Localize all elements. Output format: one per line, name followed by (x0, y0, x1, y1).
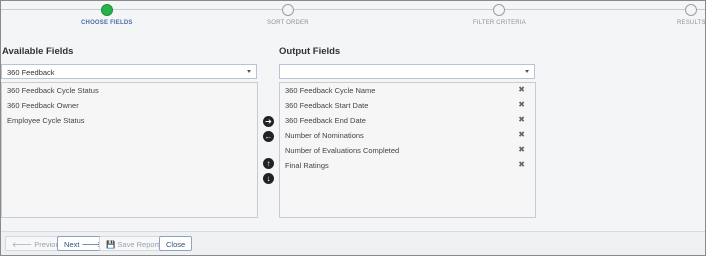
field-label: Final Ratings (285, 161, 329, 170)
output-field-item[interactable]: 360 Feedback Start Date ✖ (280, 98, 535, 113)
field-label: 360 Feedback Cycle Name (285, 86, 376, 95)
step-label: CHOOSE FIELDS (81, 20, 133, 26)
field-label: Employee Cycle Status (7, 116, 85, 125)
step-dot (685, 4, 698, 16)
step-results[interactable]: RESULTS (677, 4, 706, 26)
move-up-button[interactable]: ↑ (263, 158, 274, 169)
remove-icon[interactable]: ✖ (518, 115, 525, 124)
step-filter-criteria[interactable]: FILTER CRITERIA (473, 4, 526, 26)
field-label: Number of Nominations (285, 131, 364, 140)
available-field-item[interactable]: 360 Feedback Cycle Status (2, 83, 257, 98)
step-dot (281, 4, 294, 16)
chevron-down-icon (247, 70, 251, 73)
report-builder-window: CHOOSE FIELDS SORT ORDER FILTER CRITERIA… (0, 0, 706, 256)
step-sort-order[interactable]: SORT ORDER (267, 4, 309, 26)
output-fields-dropdown[interactable] (279, 64, 535, 79)
remove-icon[interactable]: ✖ (518, 100, 525, 109)
close-button[interactable]: Close (159, 236, 193, 251)
add-field-button[interactable]: ➔ (263, 116, 274, 127)
output-field-item[interactable]: 360 Feedback Cycle Name ✖ (280, 83, 535, 98)
output-field-item[interactable]: Number of Evaluations Completed ✖ (280, 143, 535, 158)
available-field-item[interactable]: 360 Feedback Owner (2, 98, 257, 113)
field-label: 360 Feedback Start Date (285, 101, 369, 110)
remove-icon[interactable]: ✖ (518, 85, 525, 94)
available-fields-list[interactable]: 360 Feedback Cycle Status 360 Feedback O… (1, 82, 258, 218)
field-label: 360 Feedback End Date (285, 116, 366, 125)
save-report-button[interactable]: 💾 Save Report (99, 236, 167, 251)
remove-field-button[interactable]: ← (263, 131, 274, 142)
remove-icon[interactable]: ✖ (518, 130, 525, 139)
output-field-item[interactable]: Number of Nominations ✖ (280, 128, 535, 143)
step-choose-fields[interactable]: CHOOSE FIELDS (81, 4, 133, 26)
chevron-down-icon (525, 70, 529, 73)
move-down-button[interactable]: ↓ (263, 173, 274, 184)
output-field-item[interactable]: 360 Feedback End Date ✖ (280, 113, 535, 128)
output-fields-list[interactable]: 360 Feedback Cycle Name ✖ 360 Feedback S… (279, 82, 536, 218)
dropdown-value: 360 Feedback (7, 68, 55, 77)
remove-icon[interactable]: ✖ (518, 145, 525, 154)
remove-icon[interactable]: ✖ (518, 160, 525, 169)
step-dot (493, 4, 506, 16)
output-field-item[interactable]: Final Ratings ✖ (280, 158, 535, 173)
field-label: 360 Feedback Cycle Status (7, 86, 99, 95)
field-label: Number of Evaluations Completed (285, 146, 400, 155)
available-field-item[interactable]: Employee Cycle Status (2, 113, 257, 128)
available-fields-heading: Available Fields (2, 46, 74, 57)
step-label: FILTER CRITERIA (473, 20, 526, 26)
step-label: RESULTS (677, 20, 706, 26)
output-fields-heading: Output Fields (279, 46, 341, 57)
footer-toolbar: 🡐 Previous Next 🡒 💾 Save Report Close (1, 231, 705, 255)
step-dot-active (100, 4, 113, 16)
available-fields-dropdown[interactable]: 360 Feedback (1, 64, 257, 79)
field-label: 360 Feedback Owner (7, 101, 79, 110)
step-label: SORT ORDER (267, 20, 309, 26)
